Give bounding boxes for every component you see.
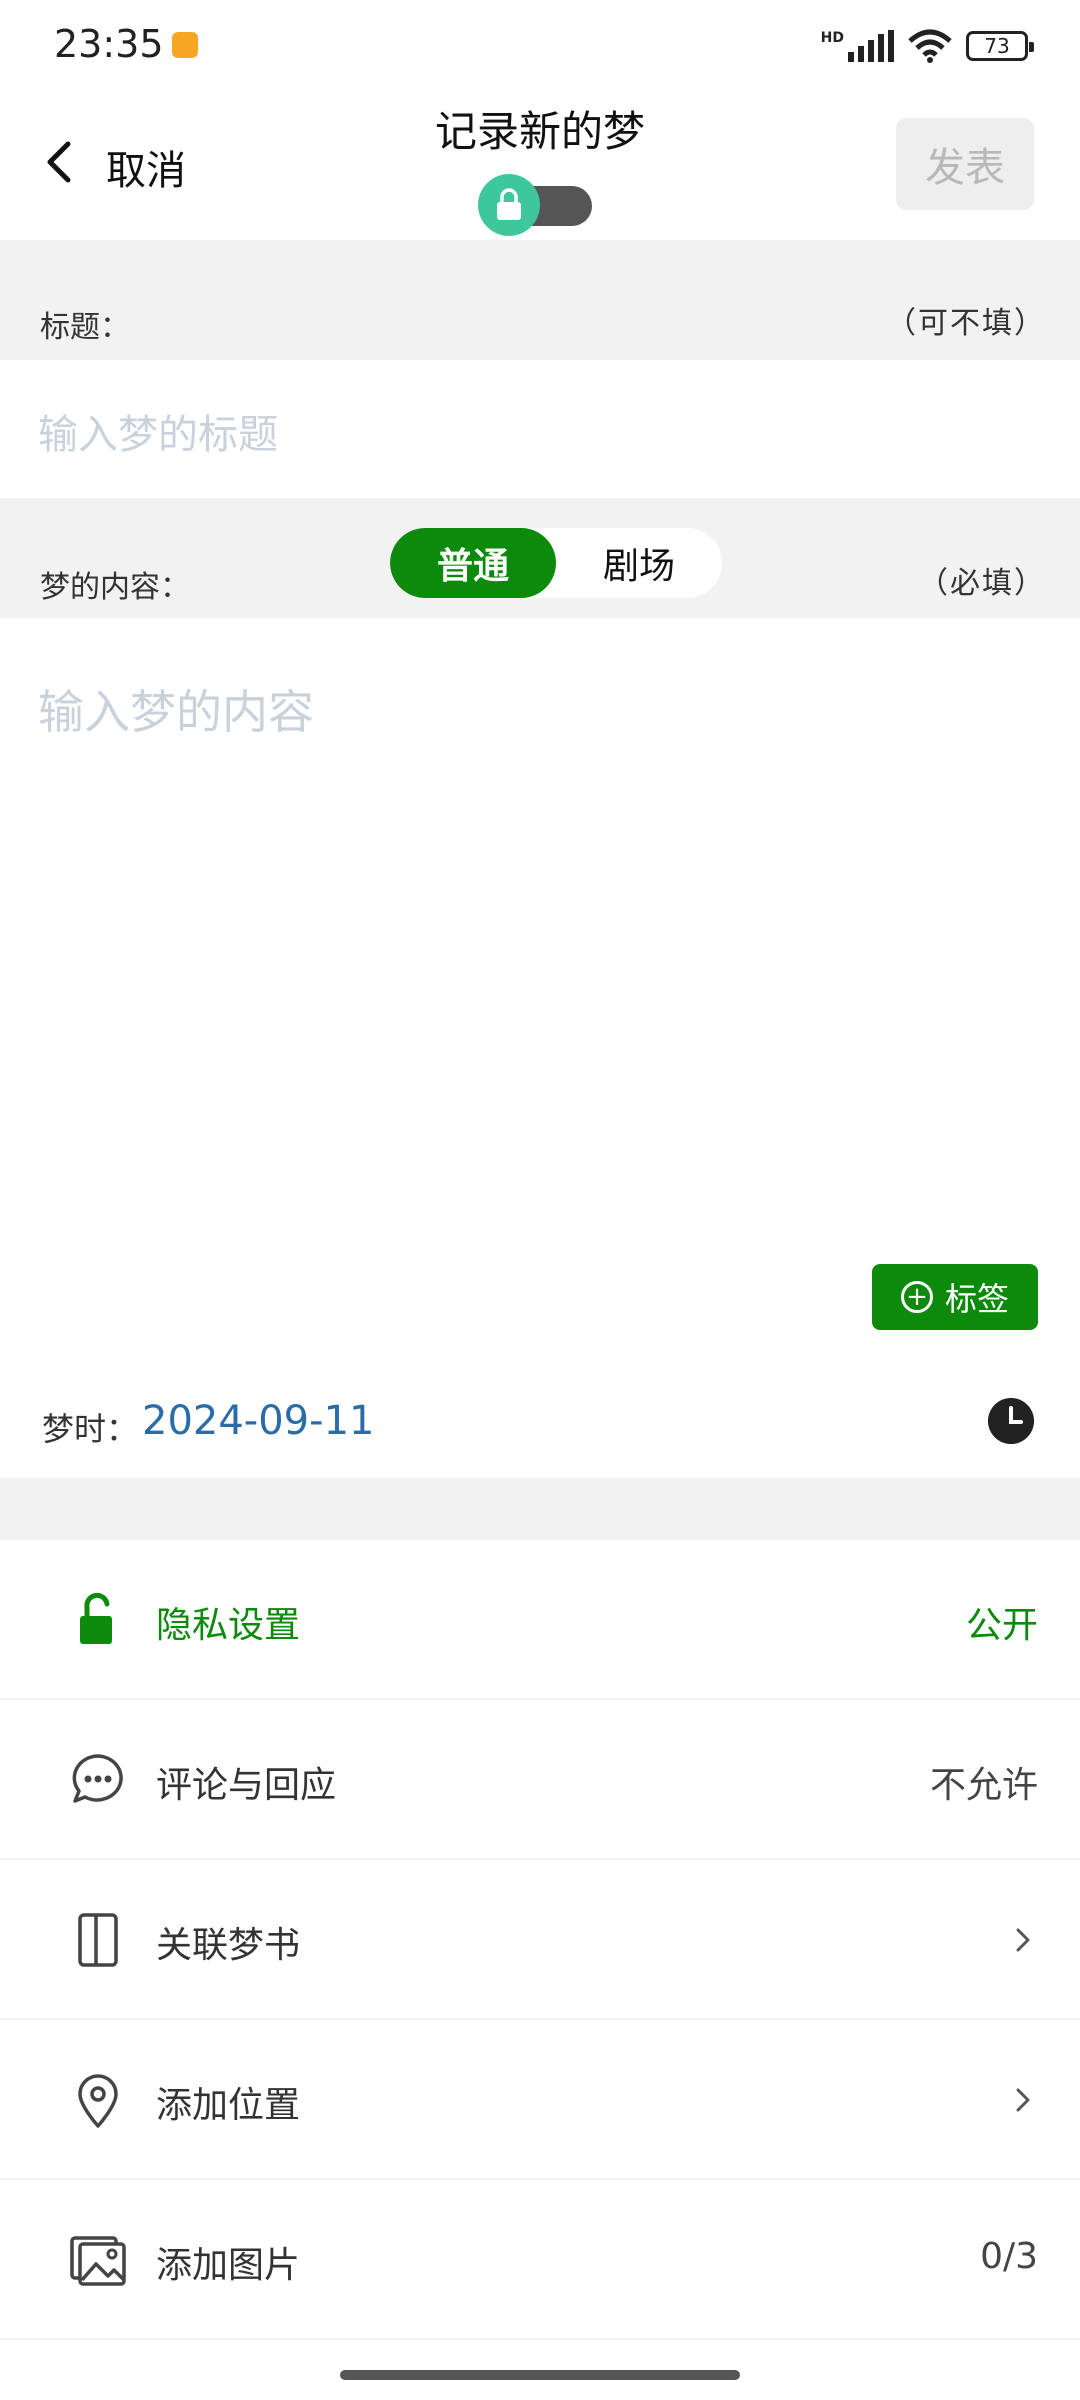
content-placeholder: 输入梦的内容: [38, 685, 314, 739]
status-icons: HD 73: [820, 26, 1034, 66]
add-tag-button[interactable]: + 标签: [872, 1264, 1038, 1330]
title-input[interactable]: 输入梦的标题: [0, 360, 1080, 498]
image-icon: [70, 2236, 126, 2286]
privacy-settings-value: 公开: [965, 1605, 1038, 1646]
privacy-toggle[interactable]: [478, 170, 592, 236]
comment-icon: [72, 1754, 123, 1803]
comments-value: 不允许: [929, 1765, 1038, 1806]
lock-icon: [497, 188, 521, 220]
battery-level: 73: [984, 34, 1010, 58]
clock-icon[interactable]: [988, 1398, 1034, 1444]
link-dream-book-label: 关联梦书: [156, 1925, 301, 1966]
title-label: 标题：: [40, 310, 130, 345]
mode-theater[interactable]: 剧场: [556, 528, 722, 598]
status-time: 23:35: [54, 22, 164, 66]
comments-label: 评论与回应: [156, 1765, 337, 1806]
dream-time-label: 梦时：: [42, 1410, 139, 1448]
dream-time-value[interactable]: 2024-09-11: [142, 1398, 374, 1444]
privacy-settings-row[interactable]: 隐私设置 公开: [0, 1540, 1080, 1700]
home-indicator[interactable]: [340, 2370, 740, 2380]
image-count: 0/3: [980, 2236, 1038, 2277]
add-image-row[interactable]: 添加图片 0/3: [0, 2180, 1080, 2340]
app-notification-icon: [172, 32, 198, 58]
header: 取消 记录新的梦 发表: [0, 90, 1080, 240]
content-hint: （必填）: [918, 566, 1046, 601]
chevron-right-icon: [1016, 2088, 1030, 2112]
link-dream-book-row[interactable]: 关联梦书: [0, 1860, 1080, 2020]
publish-button[interactable]: 发表: [896, 118, 1034, 210]
add-location-label: 添加位置: [156, 2085, 301, 2126]
mode-switch: 普通 剧场: [390, 528, 722, 598]
title-placeholder: 输入梦的标题: [38, 412, 278, 458]
section-divider: [0, 1478, 1080, 1540]
title-label-bar: 标题： （可不填）: [0, 240, 1080, 360]
add-location-row[interactable]: 添加位置: [0, 2020, 1080, 2180]
content-input[interactable]: 输入梦的内容: [0, 618, 1080, 1238]
plus-circle-icon: +: [900, 1281, 933, 1313]
content-label: 梦的内容：: [40, 570, 190, 605]
status-bar: 23:35 HD 73: [0, 0, 1080, 90]
tag-button-label: 标签: [944, 1280, 1009, 1318]
add-image-label: 添加图片: [156, 2245, 301, 2286]
privacy-settings-label: 隐私设置: [156, 1605, 301, 1646]
book-icon: [78, 1913, 118, 1967]
comments-row[interactable]: 评论与回应 不允许: [0, 1700, 1080, 1860]
location-icon: [78, 2074, 118, 2128]
mode-normal[interactable]: 普通: [390, 528, 556, 598]
signal-icon: [848, 30, 894, 62]
title-hint: （可不填）: [886, 306, 1046, 341]
unlock-icon: [80, 1592, 112, 1644]
toggle-knob: [478, 174, 540, 236]
battery-icon: 73: [966, 31, 1034, 61]
chevron-right-icon: [1016, 1928, 1030, 1952]
wifi-icon: [908, 29, 952, 63]
hd-badge: HD: [820, 30, 844, 46]
